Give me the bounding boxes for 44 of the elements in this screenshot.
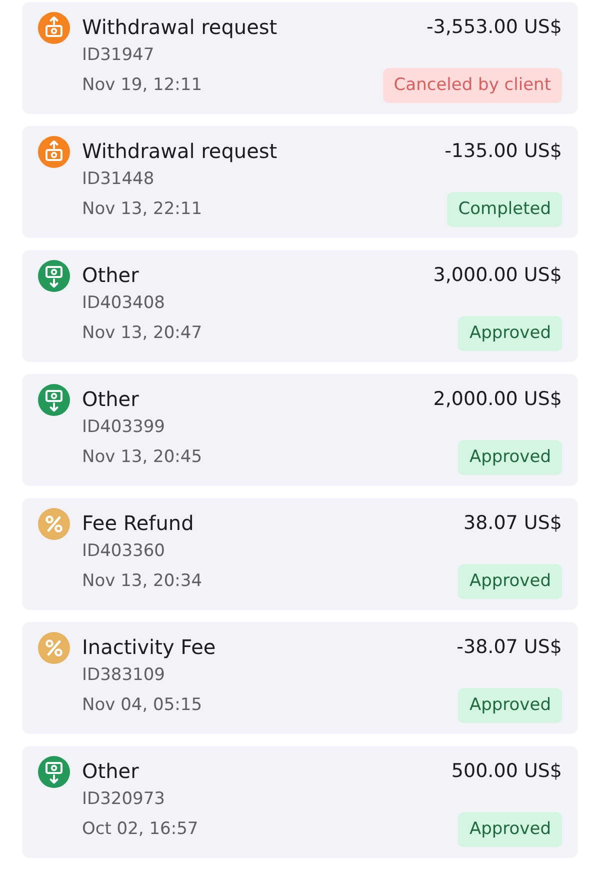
- transaction-title: Other: [82, 758, 139, 784]
- transaction-amount: -135.00 US$: [444, 139, 562, 164]
- transaction-card[interactable]: Fee Refund ID403360 Nov 13, 20:34 38.07 US$ Approved: [22, 498, 578, 610]
- transaction-title: Withdrawal request: [82, 138, 278, 164]
- transaction-title: Other: [82, 386, 139, 412]
- transaction-amount: 2,000.00 US$: [433, 387, 562, 412]
- status-badge: Approved: [458, 564, 562, 599]
- percent-icon: [38, 632, 70, 664]
- transaction-amount: 38.07 US$: [464, 511, 562, 536]
- transaction-id: ID31448: [82, 168, 154, 191]
- status-badge: Approved: [458, 316, 562, 351]
- transaction-id: ID403360: [82, 540, 165, 563]
- status-badge: Canceled by client: [382, 68, 562, 103]
- status-badge: Approved: [458, 440, 562, 475]
- transaction-card[interactable]: Withdrawal request ID31947 Nov 19, 12:11 -3,553.00 US$ Canceled by client: [22, 2, 578, 114]
- transaction-date: Nov 13, 20:47: [82, 322, 202, 345]
- status-badge: Approved: [458, 812, 562, 847]
- transaction-date: Nov 13, 22:11: [82, 198, 202, 221]
- transaction-amount: 3,000.00 US$: [433, 263, 562, 288]
- transaction-title: Other: [82, 262, 139, 288]
- transaction-card[interactable]: Other ID320973 Oct 02, 16:57 500.00 US$ Approved: [22, 746, 578, 858]
- transaction-id: ID31947: [82, 44, 154, 67]
- transaction-date: Nov 19, 12:11: [82, 74, 202, 97]
- transaction-date: Nov 13, 20:45: [82, 446, 202, 469]
- transaction-amount: -38.07 US$: [456, 635, 562, 660]
- transaction-id: ID403399: [82, 416, 165, 439]
- transaction-date: Nov 13, 20:34: [82, 570, 202, 593]
- transaction-title: Withdrawal request: [82, 14, 278, 40]
- transaction-id: ID383109: [82, 664, 165, 687]
- transaction-card[interactable]: Other ID403399 Nov 13, 20:45 2,000.00 US$ Approved: [22, 374, 578, 486]
- transaction-id: ID320973: [82, 788, 165, 811]
- transaction-id: ID403408: [82, 292, 165, 315]
- percent-icon: [38, 508, 70, 540]
- status-badge: Completed: [447, 192, 562, 227]
- transaction-card[interactable]: Other ID403408 Nov 13, 20:47 3,000.00 US$ Approved: [22, 250, 578, 362]
- transaction-card[interactable]: Withdrawal request ID31448 Nov 13, 22:11 -135.00 US$ Completed: [22, 126, 578, 238]
- status-badge: Approved: [458, 688, 562, 723]
- transaction-title: Fee Refund: [82, 510, 194, 536]
- transaction-card[interactable]: Inactivity Fee ID383109 Nov 04, 05:15 -38.07 US$ Approved: [22, 622, 578, 734]
- transaction-title: Inactivity Fee: [82, 634, 216, 660]
- transaction-date: Nov 04, 05:15: [82, 694, 202, 717]
- transaction-date: Oct 02, 16:57: [82, 818, 198, 841]
- transaction-amount: 500.00 US$: [451, 759, 562, 784]
- transaction-amount: -3,553.00 US$: [426, 15, 562, 40]
